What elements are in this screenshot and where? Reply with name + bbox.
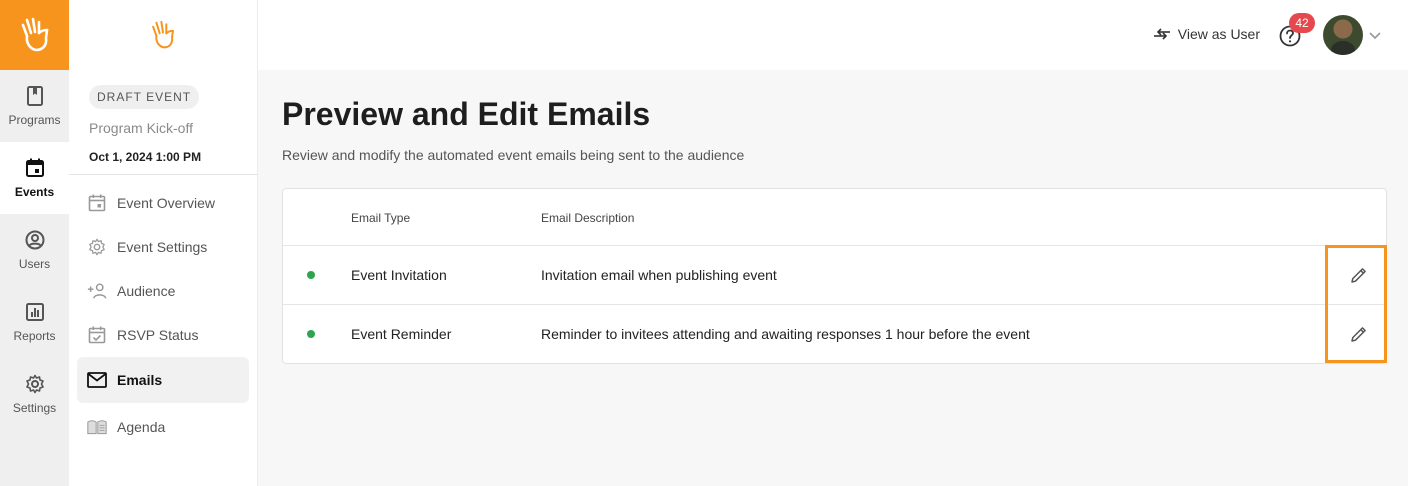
- sidebar-item-rsvp-status[interactable]: RSVP Status: [77, 313, 249, 357]
- sidebar-logo: [69, 0, 257, 70]
- view-as-user-button[interactable]: View as User: [1152, 24, 1260, 44]
- status-dot: [307, 271, 315, 279]
- waving-hand-logo-icon: [21, 17, 48, 52]
- waving-hand-icon: [152, 20, 174, 49]
- rail-item-label: Reports: [13, 329, 56, 343]
- event-sidebar: DRAFT EVENT Program Kick-off Oct 1, 2024…: [69, 0, 258, 486]
- bookmark-icon: [24, 85, 46, 107]
- sidebar-item-event-overview[interactable]: Event Overview: [77, 181, 249, 225]
- column-header-email-description: Email Description: [541, 211, 635, 225]
- add-user-icon: [87, 281, 107, 301]
- event-date: Oct 1, 2024 1:00 PM: [89, 150, 202, 164]
- status-badge: DRAFT EVENT: [89, 85, 200, 109]
- event-name: Program Kick-off: [89, 120, 193, 136]
- table-header: Email Type Email Description: [283, 189, 1386, 246]
- calendar-icon: [87, 193, 107, 213]
- rail-item-users[interactable]: Users: [0, 214, 69, 286]
- sidebar-item-event-settings[interactable]: Event Settings: [77, 225, 249, 269]
- rail-item-reports[interactable]: Reports: [0, 286, 69, 358]
- bar-chart-icon: [24, 301, 46, 323]
- sidebar-item-label: RSVP Status: [117, 327, 199, 343]
- rail-item-programs[interactable]: Programs: [0, 70, 69, 142]
- sidebar-item-agenda[interactable]: Agenda: [77, 405, 249, 449]
- email-type: Event Reminder: [351, 326, 452, 342]
- view-as-user-label: View as User: [1177, 26, 1260, 42]
- divider: [69, 174, 258, 175]
- app-rail: Programs Events Users Reports Settings: [0, 0, 69, 486]
- calendar-check-icon: [87, 325, 107, 345]
- rail-item-events[interactable]: Events: [0, 142, 69, 214]
- email-type: Event Invitation: [351, 267, 447, 283]
- switch-arrows-icon: [1152, 24, 1172, 44]
- sidebar-item-label: Event Settings: [117, 239, 208, 255]
- rail-item-label: Events: [14, 185, 55, 199]
- app-logo[interactable]: [0, 0, 69, 70]
- table-row: Event Invitation Invitation email when p…: [283, 246, 1386, 305]
- edit-column-highlight: [1325, 245, 1387, 363]
- sidebar-item-label: Audience: [117, 283, 176, 299]
- chevron-down-icon[interactable]: [1367, 27, 1383, 43]
- table-row: Event Reminder Reminder to invitees atte…: [283, 305, 1386, 364]
- sidebar-item-label: Event Overview: [117, 195, 216, 211]
- page-subtitle: Review and modify the automated event em…: [282, 147, 745, 163]
- gear-icon: [87, 237, 107, 257]
- sidebar-item-label: Agenda: [117, 419, 166, 435]
- mail-icon: [87, 370, 107, 390]
- top-bar: View as User: [258, 0, 1408, 70]
- notification-badge: 42: [1289, 13, 1315, 33]
- rail-item-settings[interactable]: Settings: [0, 358, 69, 430]
- status-dot: [307, 330, 315, 338]
- column-header-email-type: Email Type: [351, 211, 411, 225]
- rail-item-label: Users: [18, 257, 51, 271]
- event-nav: Event Overview Event Settings Audience R…: [77, 181, 249, 449]
- user-circle-icon: [24, 229, 46, 251]
- rail-item-label: Settings: [12, 401, 57, 415]
- emails-table: Email Type Email Description Event Invit…: [282, 188, 1387, 364]
- email-description: Invitation email when publishing event: [541, 267, 777, 283]
- book-open-icon: [87, 417, 107, 437]
- email-description: Reminder to invitees attending and await…: [541, 326, 1030, 342]
- page-title: Preview and Edit Emails: [282, 96, 651, 132]
- calendar-icon: [24, 157, 46, 179]
- sidebar-item-emails[interactable]: Emails: [77, 357, 249, 403]
- gear-icon: [24, 373, 46, 395]
- sidebar-item-audience[interactable]: Audience: [77, 269, 249, 313]
- sidebar-item-label: Emails: [117, 372, 163, 388]
- rail-item-label: Programs: [8, 113, 61, 127]
- avatar[interactable]: [1323, 15, 1363, 55]
